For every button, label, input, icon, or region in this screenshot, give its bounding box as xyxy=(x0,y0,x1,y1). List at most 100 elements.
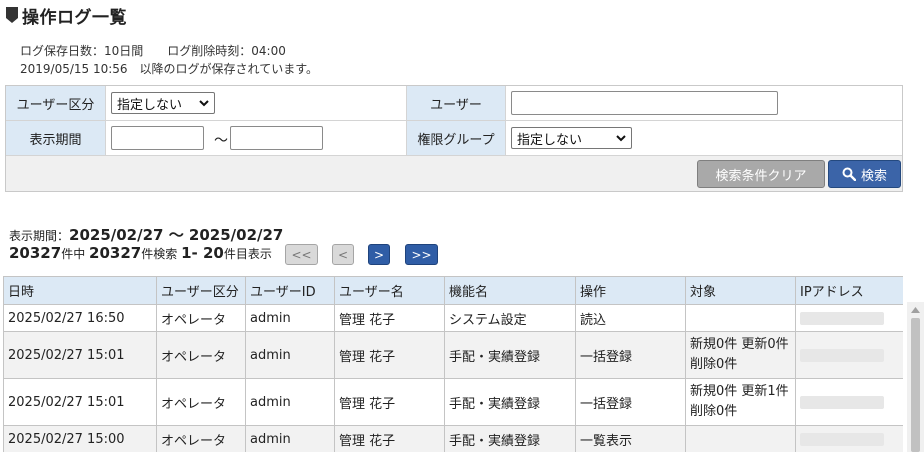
scrollbar-thumb[interactable] xyxy=(911,318,920,452)
cell-ip-address xyxy=(795,331,903,379)
role-group-selected: 指定しない xyxy=(517,132,583,148)
cell-user-type: オペレータ xyxy=(156,425,246,452)
page-title: 操作ログ一覧 xyxy=(22,7,127,28)
period-from-input[interactable] xyxy=(111,126,204,150)
cell-function: 手配・実績登録 xyxy=(444,425,576,452)
ip-address-redacted xyxy=(800,395,884,409)
display-period-prefix: 表示期間： xyxy=(9,229,70,243)
col-user-type[interactable]: ユーザー区分 xyxy=(156,276,246,305)
search-row-2: 表示期間 ～ 権限グループ 指定しない xyxy=(6,121,902,156)
col-datetime[interactable]: 日時 xyxy=(3,276,157,305)
cell-user-type: オペレータ xyxy=(156,378,246,426)
cell-user-id: admin xyxy=(245,304,335,332)
range-suffix: 件目表示 xyxy=(223,247,272,261)
col-target[interactable]: 対象 xyxy=(685,276,796,305)
table-header-row: 日時 ユーザー区分 ユーザーID ユーザー名 機能名 操作 対象 IPアドレス xyxy=(3,276,903,305)
cell-datetime: 2025/02/27 15:01 xyxy=(3,378,157,426)
table-scrollbar[interactable] xyxy=(907,302,924,452)
cell-datetime: 2025/02/27 16:50 xyxy=(3,304,157,332)
display-period-value: 2025/02/27 ～ 2025/02/27 xyxy=(69,226,284,244)
pager-first-button[interactable]: << xyxy=(285,244,318,265)
col-user-name[interactable]: ユーザー名 xyxy=(334,276,445,305)
display-range: 1- 20 xyxy=(181,244,224,262)
cell-function: システム設定 xyxy=(444,304,576,332)
user-input[interactable] xyxy=(511,91,778,115)
pager-prev-button[interactable]: < xyxy=(332,244,354,265)
table-row[interactable]: 2025/02/27 15:00 オペレータ admin 管理 花子 手配・実績… xyxy=(3,425,903,452)
clear-conditions-button[interactable]: 検索条件クリア xyxy=(697,160,825,188)
period-label: 表示期間 xyxy=(6,121,106,155)
ip-address-redacted xyxy=(800,348,884,362)
ip-address-redacted xyxy=(800,432,884,446)
saved-since-info: 2019/05/15 10:56 以降のログが保存されています。 xyxy=(20,62,319,76)
total-suffix: 件中 xyxy=(61,247,86,261)
col-user-id[interactable]: ユーザーID xyxy=(245,276,335,305)
col-ip-address[interactable]: IPアドレス xyxy=(795,276,903,305)
user-label: ユーザー xyxy=(406,86,506,120)
search-icon xyxy=(842,167,856,181)
found-suffix: 件検索 xyxy=(141,247,178,261)
cell-function: 手配・実績登録 xyxy=(444,331,576,379)
retention-days: ログ保存日数：10日間 xyxy=(20,44,144,58)
target-line-1: 新規0件 更新0件 xyxy=(690,337,789,352)
cell-user-name: 管理 花子 xyxy=(334,378,445,426)
table-row[interactable]: 2025/02/27 15:01 オペレータ admin 管理 花子 手配・実績… xyxy=(3,331,903,379)
cell-user-id: admin xyxy=(245,331,335,379)
search-row-1: ユーザー区分 指定しない ユーザー xyxy=(6,86,902,121)
pager-next-button[interactable]: > xyxy=(368,244,390,265)
scroll-up-arrow-icon[interactable] xyxy=(911,306,920,314)
total-count: 20327 xyxy=(9,244,62,262)
cell-ip-address xyxy=(795,425,903,452)
search-button[interactable]: 検索 xyxy=(828,160,901,188)
cell-target: 新規0件 更新1件 削除0件 xyxy=(685,378,796,426)
role-group-select[interactable]: 指定しない xyxy=(511,127,632,149)
cell-operation: 一括登録 xyxy=(575,378,686,426)
cell-ip-address xyxy=(795,378,903,426)
cell-datetime: 2025/02/27 15:00 xyxy=(3,425,157,452)
cell-user-id: admin xyxy=(245,378,335,426)
cell-operation: 一覧表示 xyxy=(575,425,686,452)
search-actions: 検索条件クリア 検索 xyxy=(6,156,902,191)
cell-operation: 一括登録 xyxy=(575,331,686,379)
cell-user-name: 管理 花子 xyxy=(334,331,445,379)
table-row[interactable]: 2025/02/27 15:01 オペレータ admin 管理 花子 手配・実績… xyxy=(3,378,903,426)
cell-target: 新規0件 更新0件 削除0件 xyxy=(685,331,796,379)
user-type-label: ユーザー区分 xyxy=(6,86,106,120)
user-type-selected: 指定しない xyxy=(117,97,183,113)
user-type-select[interactable]: 指定しない xyxy=(111,92,215,114)
result-counts: 20327件中 20327件検索 1- 20件目表示 xyxy=(9,244,272,262)
ip-address-redacted xyxy=(800,311,884,325)
shield-icon xyxy=(6,7,18,23)
target-line-2: 削除0件 xyxy=(690,357,738,372)
log-retention-info: ログ保存日数：10日間 ログ削除時刻：04:00 xyxy=(20,42,286,59)
col-operation[interactable]: 操作 xyxy=(575,276,686,305)
target-line-2: 削除0件 xyxy=(690,404,738,419)
cell-user-type: オペレータ xyxy=(156,331,246,379)
role-group-label: 権限グループ xyxy=(406,121,506,155)
cell-function: 手配・実績登録 xyxy=(444,378,576,426)
cell-operation: 読込 xyxy=(575,304,686,332)
log-table: 日時 ユーザー区分 ユーザーID ユーザー名 機能名 操作 対象 IPアドレス … xyxy=(3,276,903,452)
chevron-down-icon xyxy=(616,135,626,142)
cell-ip-address xyxy=(795,304,903,332)
period-to-input[interactable] xyxy=(230,126,323,150)
cell-user-type: オペレータ xyxy=(156,304,246,332)
target-line-1: 新規0件 更新1件 xyxy=(690,384,789,399)
found-count: 20327 xyxy=(89,244,142,262)
cell-datetime: 2025/02/27 15:01 xyxy=(3,331,157,379)
page-header: 操作ログ一覧 xyxy=(6,3,127,28)
pager-last-button[interactable]: >> xyxy=(405,244,438,265)
display-period: 表示期間：2025/02/27 ～ 2025/02/27 xyxy=(9,224,283,245)
search-button-label: 検索 xyxy=(860,168,887,184)
delete-time: ログ削除時刻：04:00 xyxy=(167,44,286,58)
cell-user-id: admin xyxy=(245,425,335,452)
cell-user-name: 管理 花子 xyxy=(334,304,445,332)
col-function[interactable]: 機能名 xyxy=(444,276,576,305)
cell-user-name: 管理 花子 xyxy=(334,425,445,452)
chevron-down-icon xyxy=(199,100,209,107)
search-panel: ユーザー区分 指定しない ユーザー 表示期間 ～ 権限グループ 指定しない 検索… xyxy=(5,85,903,192)
cell-target xyxy=(685,425,796,452)
period-separator: ～ xyxy=(214,133,228,149)
log-table-container: 日時 ユーザー区分 ユーザーID ユーザー名 機能名 操作 対象 IPアドレス … xyxy=(3,276,903,452)
table-row[interactable]: 2025/02/27 16:50 オペレータ admin 管理 花子 システム設… xyxy=(3,304,903,332)
